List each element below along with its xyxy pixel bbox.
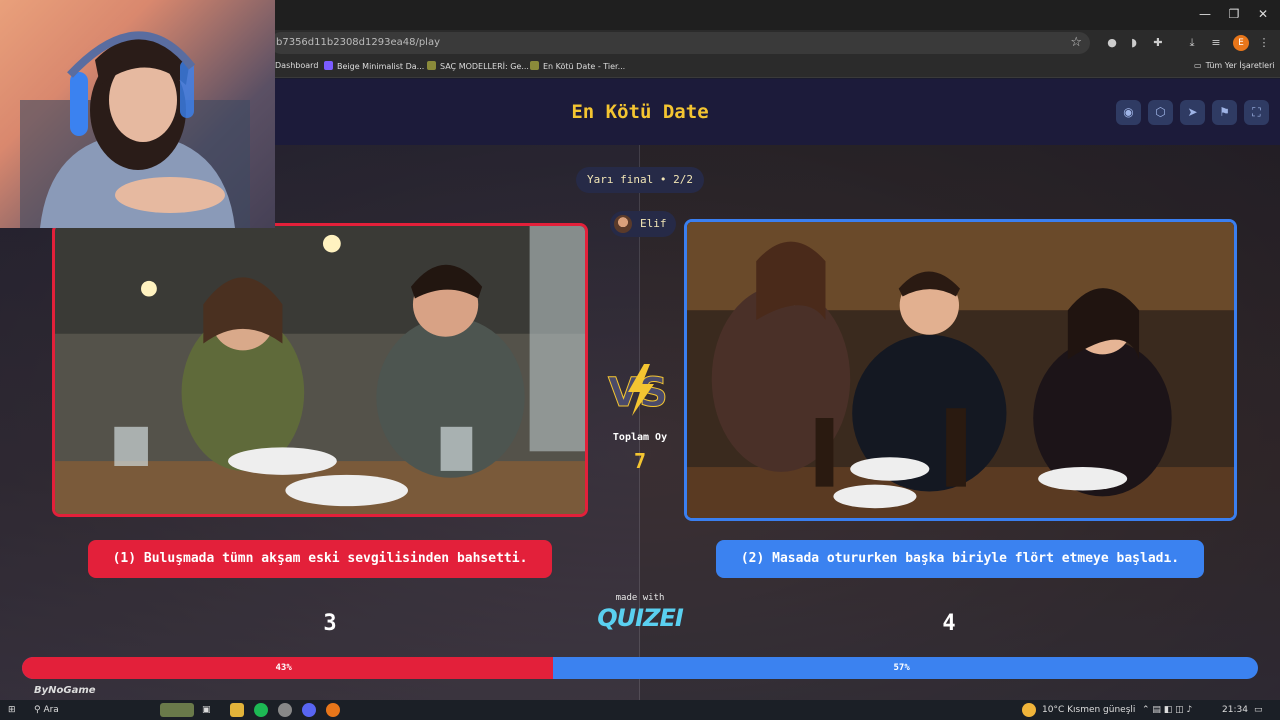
channel-watermark: ByNoGame [34,685,96,696]
user-name: Elif [640,217,667,230]
tray-icons[interactable]: ⌃ ▤ ◧ ◫ ♪ [1142,703,1192,717]
url-text: b7356d11b2308d1293ea48/play [276,37,441,48]
url-input[interactable]: b7356d11b2308d1293ea48/play ☆ [270,32,1090,54]
bookmark-label: SAÇ MODELLERİ: Ge... [440,62,529,71]
spotify-icon[interactable] [254,703,268,717]
file-explorer-icon[interactable] [230,703,244,717]
total-votes-label: Toplam Oy [612,432,668,443]
app-icon[interactable] [278,703,292,717]
bookmark-label: Dashboard [275,61,319,70]
fullscreen-icon[interactable]: ⛶ [1244,100,1269,125]
search-label: Ara [43,705,59,715]
cafe-scene-image [55,226,585,514]
discord-icon[interactable] [302,703,316,717]
all-bookmarks[interactable]: ▭ Tüm Yer İşaretleri [1194,61,1275,70]
bookmark-item[interactable]: SAÇ MODELLERİ: Ge... [427,61,529,71]
total-votes-value: 7 [633,449,647,473]
media-icon[interactable]: ≡ [1208,35,1224,51]
clock[interactable]: 21:34 [1222,703,1248,717]
option-1-percent: 43% [275,663,292,673]
round-indicator: Yarı final • 2/2 [576,167,704,193]
streamer-image [20,31,250,228]
eye-icon[interactable]: ◉ [1116,100,1141,125]
task-view-icon[interactable]: ▣ [202,703,211,717]
chrome-icon[interactable] [326,703,340,717]
folder-icon: ▭ [1194,61,1202,70]
bookmark-label: Beige Minimalist Da... [337,62,425,71]
made-with-label: made with [615,593,665,603]
option-image-1[interactable] [52,223,588,517]
menu-icon[interactable]: ⋮ [1256,35,1272,51]
avatar [614,215,632,233]
taskbar-widget-icon[interactable] [160,703,194,717]
bookmark-favicon [530,61,539,70]
restaurant-scene-image [687,222,1234,518]
weather-icon [1022,703,1036,717]
vote-progress-bar: 43% 57% [22,657,1258,679]
close-icon[interactable]: ✕ [1246,4,1280,24]
extensions-puzzle-icon[interactable]: ✚ [1150,35,1166,51]
send-icon[interactable]: ➤ [1180,100,1205,125]
share-icon[interactable]: ⬡ [1148,100,1173,125]
webcam-overlay [0,0,275,228]
bookmark-item[interactable]: Beige Minimalist Da... [324,61,424,71]
all-bookmarks-label: Tüm Yer İşaretleri [1205,61,1275,70]
bookmark-favicon [324,61,333,70]
option-image-2[interactable] [684,219,1237,521]
extension-icon[interactable]: ● [1104,35,1120,51]
flag-icon[interactable]: ⚑ [1212,100,1237,125]
quizei-logo[interactable]: QUIZEI [580,604,700,632]
bookmark-label: En Kötü Date - Tier... [543,62,626,71]
extension-icon[interactable]: ◗ [1126,35,1142,51]
bookmark-star-icon[interactable]: ☆ [1070,32,1082,54]
option-2-percent: 57% [893,663,910,673]
windows-start-icon[interactable]: ⊞ [8,703,16,717]
versus-icon: VS [608,364,668,417]
profile-avatar[interactable]: E [1233,35,1249,51]
option-1-votes: 3 [323,611,337,636]
bookmark-item[interactable]: En Kötü Date - Tier... [530,61,625,71]
bookmark-favicon [427,61,436,70]
option-button-1[interactable]: (1) Buluşmada tümn akşam eski sevgilisin… [88,540,552,578]
user-badge: Elif [610,211,676,237]
bookmark-item[interactable]: Dashboard [275,61,318,70]
taskbar: ⊞ ⚲ Ara ▣ 10°C Kısmen güneşli ⌃ ▤ ◧ ◫ ♪ … [0,700,1280,720]
download-icon[interactable]: ⤓ [1184,35,1200,51]
taskbar-search[interactable]: ⚲ Ara [34,703,59,717]
option-2-votes: 4 [942,611,956,636]
weather-text[interactable]: 10°C Kısmen güneşli [1042,703,1135,717]
notification-icon[interactable]: ▭ [1254,703,1263,717]
option-button-2[interactable]: (2) Masada otururken başka biriyle flört… [716,540,1204,578]
